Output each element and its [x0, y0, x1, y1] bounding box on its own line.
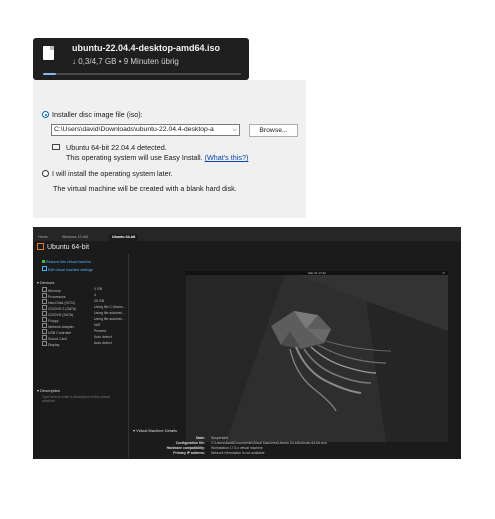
vm-title: Ubuntu 64-bit	[37, 243, 89, 251]
device-name: Display	[48, 343, 60, 347]
processor-icon	[42, 293, 47, 298]
device-row[interactable]: CD/DVD 2 (SATA) Using file C:\Users...	[42, 305, 126, 311]
chevron-down-icon[interactable]: ⌵	[232, 125, 237, 135]
detail-value: Suspended	[211, 436, 229, 440]
info-icon	[52, 144, 60, 150]
edit-settings-label: Edit virtual machine settings	[48, 268, 93, 272]
device-value: 4 GB	[94, 287, 102, 291]
vm-sidebar: Resume this virtual machine Edit virtual…	[33, 254, 129, 459]
download-progress-fill	[43, 73, 56, 75]
download-filename: ubuntu-22.04.4-desktop-amd64.iso	[72, 43, 221, 53]
guest-system-icons: ⏻	[442, 271, 445, 275]
blank-disk-note: The virtual machine will be created with…	[53, 184, 237, 193]
detail-key: Hardware compatibility:	[166, 446, 205, 450]
network-icon	[42, 323, 47, 328]
resume-vm-label: Resume this virtual machine	[46, 260, 92, 264]
floppy-icon	[42, 317, 47, 322]
iso-option-label[interactable]: Installer disc image file (iso):	[52, 110, 143, 119]
easy-install-label: This operating system will use Easy Inst…	[66, 153, 203, 162]
device-row[interactable]: Floppy Using file autoinst...	[42, 317, 126, 323]
vm-details-header: ▾ Virtual Machine Details	[133, 428, 177, 433]
browse-button[interactable]: Browse...	[249, 124, 298, 137]
detail-key: Primary IP address:	[173, 451, 205, 455]
description-placeholder[interactable]: Type here to enter a description of this…	[42, 395, 112, 403]
play-icon	[42, 260, 45, 263]
jellyfish-wallpaper	[186, 271, 448, 442]
detail-value: Network information is not available	[211, 451, 265, 455]
device-value: Auto detect	[94, 341, 112, 345]
device-value: Using file autoinst...	[94, 311, 125, 315]
tab-home[interactable]: Home	[35, 234, 51, 241]
devices-header: ▾ Devices	[37, 280, 55, 285]
iso-radio[interactable]	[42, 111, 49, 118]
easy-install-text: This operating system will use Easy Inst…	[66, 153, 248, 162]
iso-path-value: C:\Users\david\Downloads\ubuntu-22.04.4-…	[54, 126, 214, 133]
sound-icon	[42, 335, 47, 340]
vm-details-header-text: Virtual Machine Details	[136, 428, 177, 433]
detail-value: Workstation 17.5.x virtual machine	[211, 446, 263, 450]
cd-dvd-icon	[42, 305, 47, 310]
detail-value: C:\Users\david\Documents\Virtual Machine…	[211, 441, 328, 445]
whats-this-link[interactable]: (What's this?)	[205, 153, 249, 162]
device-value: Present	[94, 329, 107, 333]
device-row[interactable]: CD/DVD (SATA) Using file autoinst...	[42, 311, 126, 317]
vmware-window: Home Windows 10 x64 Ubuntu 64-bit Ubuntu…	[33, 227, 461, 459]
file-icon	[43, 46, 54, 60]
download-status: ↓ 0,3/4,7 GB • 9 Minuten übrig	[72, 57, 179, 66]
usb-icon	[42, 329, 47, 334]
device-value: 4	[94, 293, 96, 297]
devices-header-text: Devices	[40, 280, 55, 285]
install-source-panel: Installer disc image file (iso): C:\User…	[33, 80, 306, 218]
device-row[interactable]: Sound Card Auto detect	[42, 335, 126, 341]
device-row[interactable]: Memory 4 GB	[42, 287, 126, 293]
cd-dvd-icon	[42, 311, 47, 316]
download-progress-bar	[43, 73, 241, 75]
settings-icon	[42, 266, 47, 271]
install-later-radio[interactable]	[42, 170, 49, 177]
device-row[interactable]: Processors 4	[42, 293, 126, 299]
description-header: ▾ Description	[37, 388, 61, 393]
vm-title-text: Ubuntu 64-bit	[47, 244, 90, 251]
device-value: Using file C:\Users...	[94, 305, 126, 309]
device-row[interactable]: Display Auto detect	[42, 341, 126, 347]
detail-row: Primary IP address: Network information i…	[33, 451, 461, 456]
download-card[interactable]: ubuntu-22.04.4-desktop-amd64.iso ↓ 0,3/4…	[33, 38, 249, 80]
detail-key: Configuration file:	[175, 441, 205, 445]
device-row[interactable]: USB Controller Present	[42, 329, 126, 335]
device-row[interactable]: Network Adapter NAT	[42, 323, 126, 329]
tab-windows-10[interactable]: Windows 10 x64	[59, 234, 91, 241]
description-header-text: Description	[40, 388, 61, 393]
resume-vm-link[interactable]: Resume this virtual machine	[42, 260, 91, 264]
install-later-label[interactable]: I will install the operating system late…	[52, 169, 173, 178]
device-value: NAT	[94, 323, 101, 327]
device-value: Auto detect	[94, 335, 112, 339]
hard-disk-icon	[42, 299, 47, 304]
device-row[interactable]: Hard Disk (SCSI) 25 GB	[42, 299, 126, 305]
display-icon	[42, 341, 47, 346]
vm-icon	[37, 243, 44, 250]
guest-clock: Mar 31 17:42	[308, 271, 326, 275]
tab-ubuntu[interactable]: Ubuntu 64-bit	[109, 234, 139, 241]
memory-icon	[42, 287, 47, 292]
vm-screen-preview[interactable]: Mar 31 17:42 ⏻	[186, 271, 448, 442]
iso-path-combobox[interactable]: C:\Users\david\Downloads\ubuntu-22.04.4-…	[51, 124, 240, 136]
detected-text: Ubuntu 64-bit 22.04.4 detected.	[66, 143, 167, 152]
device-value: 25 GB	[94, 299, 104, 303]
edit-settings-link[interactable]: Edit virtual machine settings	[42, 266, 93, 272]
detail-key: State:	[195, 436, 205, 440]
device-value: Using file autoinst...	[94, 317, 125, 321]
tab-bar: Home Windows 10 x64 Ubuntu 64-bit	[33, 227, 461, 241]
